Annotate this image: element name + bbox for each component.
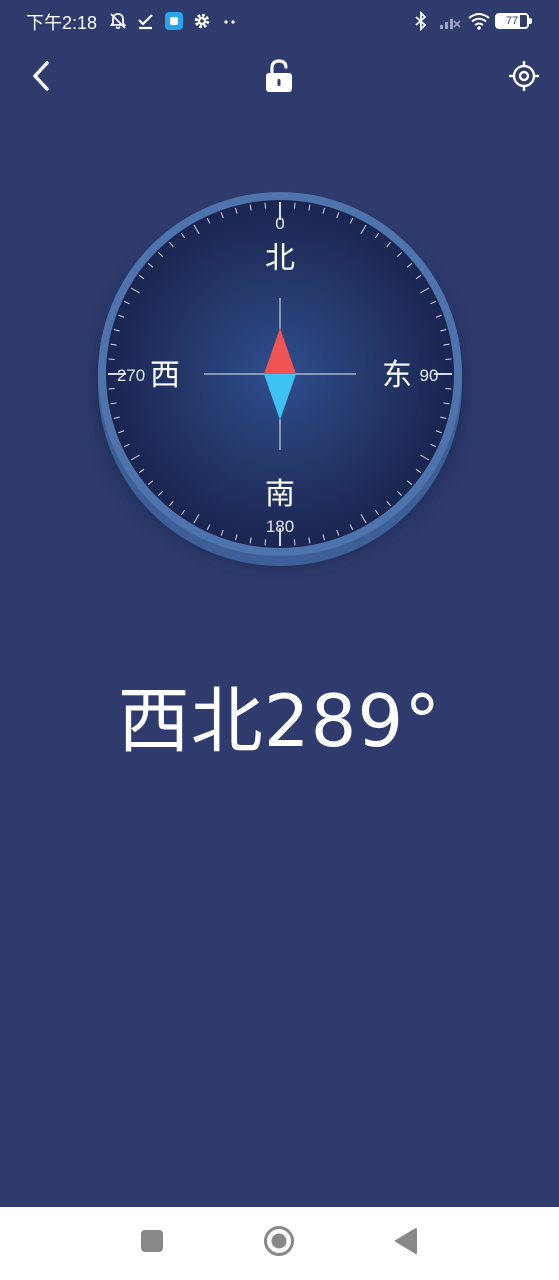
locate-button[interactable]: [504, 58, 544, 98]
degree-west: 270: [117, 366, 145, 385]
battery-icon: 77: [495, 13, 532, 29]
minor-tick: [264, 202, 267, 209]
home-circle-icon: [263, 1225, 295, 1261]
degree-north: 0: [275, 214, 284, 233]
recents-square-icon: [140, 1229, 164, 1257]
degree-east: 90: [420, 366, 439, 385]
minor-tick: [108, 358, 115, 361]
direction-east: 东: [382, 358, 412, 393]
battery-nub: [529, 18, 532, 24]
crosshair-icon: [508, 60, 540, 96]
system-nav-bar: [0, 1207, 559, 1280]
minor-tick: [293, 202, 296, 209]
battery-level: 77: [505, 15, 519, 27]
minor-tick: [264, 539, 267, 546]
status-bar: 下午2:18 77: [0, 0, 559, 42]
system-back-button[interactable]: [388, 1225, 424, 1261]
app-icon: [164, 11, 184, 31]
back-triangle-icon: [394, 1227, 418, 1259]
back-arrow-icon: [30, 60, 54, 96]
bluetooth-icon: [411, 10, 431, 32]
unlock-icon: [263, 58, 295, 98]
minor-tick: [108, 387, 115, 390]
compass-dial: 北 南 西 东 0 180 270 90: [88, 182, 472, 582]
status-right-icons: 77: [411, 10, 532, 32]
degree-south: 180: [266, 517, 294, 536]
status-left-icons: [108, 10, 240, 32]
lock-toggle-button[interactable]: [259, 56, 299, 100]
direction-south: 南: [265, 477, 295, 512]
back-button[interactable]: [22, 58, 62, 98]
minor-tick: [445, 387, 452, 390]
heading-readout: 西北289°: [117, 679, 442, 763]
minor-tick: [293, 539, 296, 546]
mute-icon: [108, 11, 128, 31]
direction-north: 北: [265, 241, 295, 276]
wifi-icon: [467, 11, 490, 31]
check-icon: [136, 11, 156, 31]
recents-button[interactable]: [134, 1225, 170, 1261]
home-button[interactable]: [261, 1225, 297, 1261]
settings-icon: [192, 11, 212, 31]
direction-west: 西: [150, 358, 180, 393]
toolbar: [0, 50, 559, 110]
status-time: 下午2:18: [26, 13, 98, 33]
signal-icon: [439, 11, 461, 31]
more-dots-icon: [220, 11, 240, 31]
minor-tick: [445, 358, 452, 361]
